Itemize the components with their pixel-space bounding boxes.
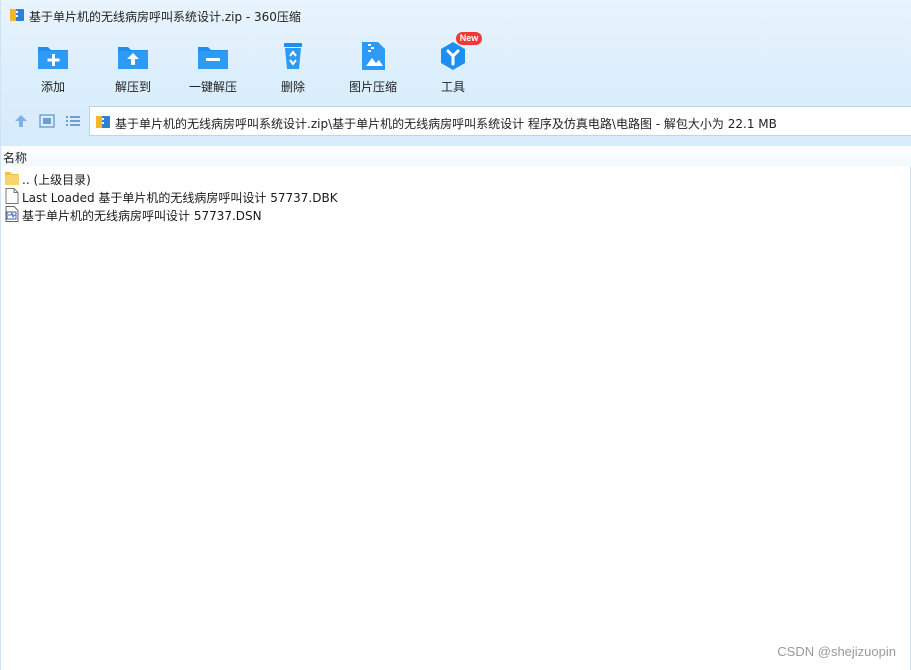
folder-minus-icon (198, 47, 228, 69)
file-icon (5, 188, 19, 204)
navigation-bar: 基于单片机的无线病房呼叫系统设计.zip\基于单片机的无线病房呼叫系统设计 程序… (1, 106, 911, 138)
address-field[interactable]: 基于单片机的无线病房呼叫系统设计.zip\基于单片机的无线病房呼叫系统设计 程序… (89, 106, 911, 136)
up-arrow-icon[interactable] (12, 112, 30, 130)
add-label: 添加 (40, 80, 65, 94)
recycle-bin-icon (284, 43, 302, 69)
one-click-extract-button[interactable]: 一键解压 (173, 36, 253, 96)
image-compress-button[interactable]: 图片压缩 (333, 36, 413, 96)
top-chrome: 基于单片机的无线病房呼叫系统设计.zip - 360压缩 添加 解压到 一键解压… (1, 0, 911, 146)
title-bar: 基于单片机的无线病房呼叫系统设计.zip - 360压缩 (1, 0, 911, 30)
zip-app-icon (10, 9, 24, 21)
new-badge: New (456, 32, 482, 45)
dsn-file-icon (5, 206, 19, 222)
watermark: CSDN @shejizuopin (777, 644, 896, 659)
add-button[interactable]: 添加 (13, 36, 93, 96)
list-item[interactable]: Last Loaded 基于单片机的无线病房呼叫设计 57737.DBK (1, 187, 911, 205)
file-name: 基于单片机的无线病房呼叫设计 57737.DSN (22, 209, 262, 223)
image-zip-icon (362, 42, 385, 70)
app-window: 基于单片机的无线病房呼叫系统设计.zip - 360压缩 添加 解压到 一键解压… (0, 0, 911, 670)
list-item[interactable]: 基于单片机的无线病房呼叫设计 57737.DSN (1, 205, 911, 223)
window-title: 基于单片机的无线病房呼叫系统设计.zip - 360压缩 (29, 10, 301, 24)
file-name: .. (上级目录) (22, 173, 91, 187)
list-header: 名称 (1, 146, 911, 166)
file-name: Last Loaded 基于单片机的无线病房呼叫设计 57737.DBK (22, 191, 338, 205)
extract-to-label: 解压到 (114, 80, 151, 94)
folder-add-icon (38, 47, 68, 69)
delete-label: 删除 (280, 80, 305, 94)
delete-button[interactable]: 删除 (253, 36, 333, 96)
list-view-icon[interactable] (64, 112, 82, 130)
folder-upload-icon (118, 47, 148, 69)
zip-file-icon (96, 116, 110, 128)
one-click-extract-label: 一键解压 (188, 80, 237, 94)
thumbnail-view-icon[interactable] (38, 112, 56, 130)
extract-to-button[interactable]: 解压到 (93, 36, 173, 96)
toolbar: 添加 解压到 一键解压 删除 图片压缩 New 工具 (1, 32, 911, 98)
image-compress-label: 图片压缩 (348, 80, 397, 94)
list-item-parent-directory[interactable]: .. (上级目录) (1, 169, 911, 187)
tools-button[interactable]: New 工具 (413, 32, 493, 96)
address-path: 基于单片机的无线病房呼叫系统设计.zip\基于单片机的无线病房呼叫系统设计 程序… (115, 117, 777, 131)
column-header-name[interactable]: 名称 (3, 149, 27, 166)
folder-icon (5, 172, 19, 185)
tools-label: 工具 (440, 80, 465, 94)
